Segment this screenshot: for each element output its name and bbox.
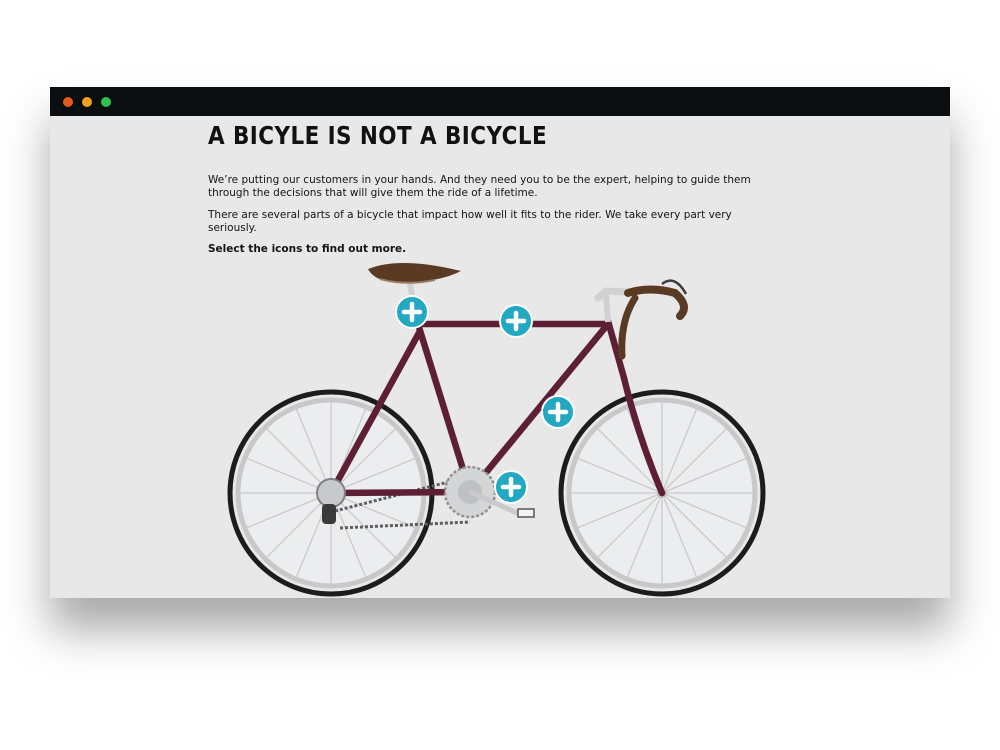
minimize-dot[interactable] — [82, 97, 92, 107]
page-content: A BICYLE IS NOT A BICYCLE We’re putting … — [50, 116, 950, 598]
handlebar — [594, 279, 688, 360]
hotspot-saddle[interactable] — [395, 295, 429, 329]
close-dot[interactable] — [63, 97, 73, 107]
window-titlebar — [50, 87, 950, 116]
hotspot-top-tube[interactable] — [499, 304, 533, 338]
hotspot-down-tube[interactable] — [541, 395, 575, 429]
bicycle-illustration — [227, 262, 766, 597]
maximize-dot[interactable] — [101, 97, 111, 107]
browser-window: A BICYLE IS NOT A BICYCLE We’re putting … — [50, 87, 950, 598]
hotspot-crank[interactable] — [494, 470, 528, 504]
